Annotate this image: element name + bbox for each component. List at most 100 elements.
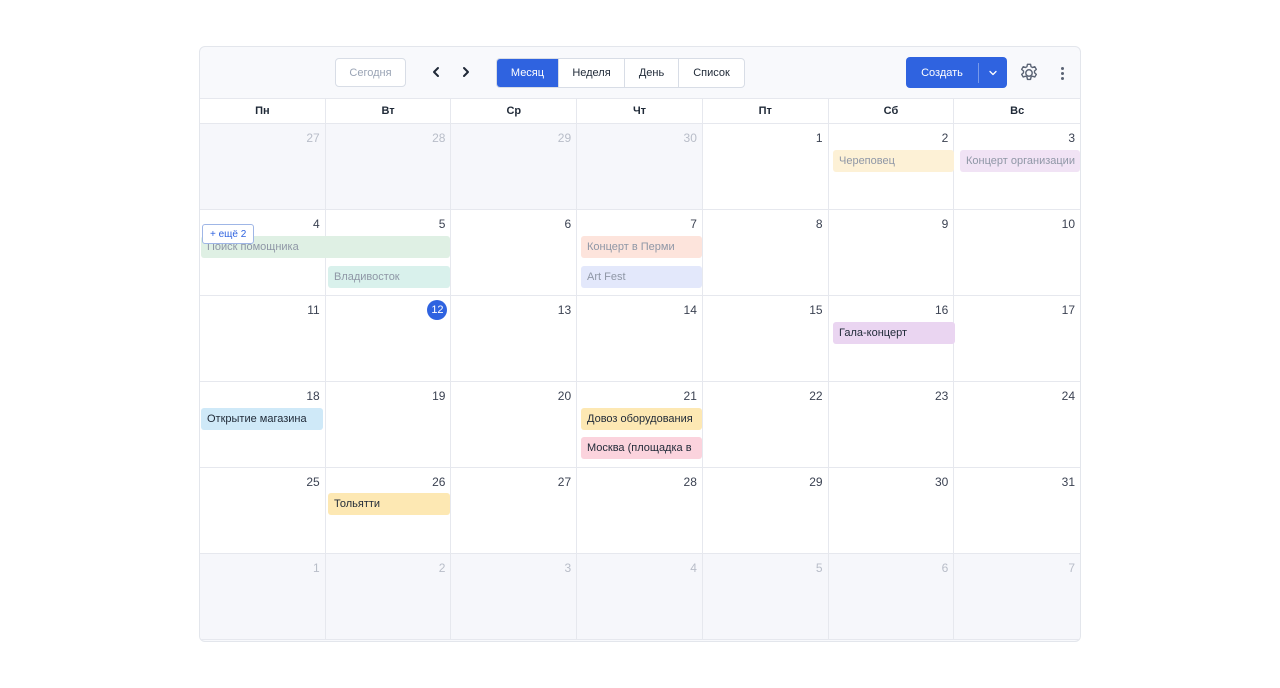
day-cell[interactable]: 14 [577, 296, 703, 381]
weekday-header: Пн Вт Ср Чт Пт Сб Вс [200, 99, 1080, 124]
day-number[interactable]: 14 [684, 303, 697, 317]
day-cell[interactable]: 25 [200, 468, 326, 553]
day-number[interactable]: 28 [684, 475, 697, 489]
day-number[interactable]: 26 [432, 475, 445, 489]
day-cell[interactable]: 1 [200, 554, 326, 639]
day-number[interactable]: 19 [432, 389, 445, 403]
day-number[interactable]: 7 [690, 217, 697, 231]
day-cell[interactable]: 24 [954, 382, 1080, 467]
event-chip[interactable]: Открытие магазина [201, 408, 323, 430]
day-number[interactable]: 8 [816, 217, 823, 231]
day-number[interactable]: 15 [809, 303, 822, 317]
day-number[interactable]: 5 [439, 217, 446, 231]
event-chip[interactable]: Концерт организации [960, 150, 1080, 172]
event-chip[interactable]: Москва (площадка в [581, 437, 702, 459]
day-cell[interactable]: 27 [200, 124, 326, 209]
day-cell[interactable]: 23 [828, 382, 955, 467]
day-cell[interactable]: 19 [325, 382, 452, 467]
day-cell[interactable]: 5 [702, 554, 829, 639]
event-chip[interactable]: Тольятти [328, 493, 450, 515]
event-chip[interactable]: Владивосток [328, 266, 450, 288]
weekday-sun: Вс [1010, 105, 1025, 117]
day-number[interactable]: 1 [313, 561, 320, 575]
day-number[interactable]: 31 [1062, 475, 1075, 489]
event-chip[interactable]: Череповец [833, 150, 954, 172]
day-number[interactable]: 6 [564, 217, 571, 231]
day-cell[interactable]: 13 [451, 296, 578, 381]
day-cell[interactable]: 2 [325, 554, 452, 639]
day-number[interactable]: 30 [935, 475, 948, 489]
day-number[interactable]: 1 [816, 131, 823, 145]
kebab-menu-icon[interactable] [1052, 62, 1072, 84]
day-number[interactable]: 25 [306, 475, 319, 489]
day-number[interactable]: 4 [690, 561, 697, 575]
day-cell[interactable]: 10 [954, 210, 1080, 295]
day-number[interactable]: 11 [307, 303, 319, 317]
day-cell[interactable]: 30 [828, 468, 955, 553]
day-number[interactable]: 22 [809, 389, 822, 403]
gear-icon[interactable] [1018, 62, 1040, 84]
day-number[interactable]: 24 [1062, 389, 1075, 403]
day-number[interactable]: 27 [306, 131, 319, 145]
day-number[interactable]: 3 [564, 561, 571, 575]
more-events-link[interactable]: + ещё 2 [202, 224, 255, 244]
day-cell[interactable]: 31 [954, 468, 1080, 553]
day-number[interactable]: 27 [558, 475, 571, 489]
day-number[interactable]: 9 [942, 217, 949, 231]
event-chip[interactable]: Довоз оборудования [581, 408, 702, 430]
day-number[interactable]: 2 [942, 131, 949, 145]
day-number[interactable]: 6 [942, 561, 949, 575]
day-cell[interactable]: 28 [577, 468, 703, 553]
day-cell[interactable]: 4 [577, 554, 703, 639]
day-cell[interactable]: 11 [200, 296, 326, 381]
create-button[interactable]: Создать [906, 67, 978, 79]
view-month-button[interactable]: Месяц [497, 59, 559, 87]
day-cell[interactable]: 15 [702, 296, 829, 381]
day-number[interactable]: 29 [558, 131, 571, 145]
day-cell[interactable]: 17 [954, 296, 1080, 381]
today-button[interactable]: Сегодня [335, 58, 406, 87]
day-cell[interactable]: 22 [702, 382, 829, 467]
day-number[interactable]: 4 [313, 217, 320, 231]
day-cell[interactable]: 29 [702, 468, 829, 553]
day-number[interactable]: 23 [935, 389, 948, 403]
day-cell[interactable]: 29 [451, 124, 578, 209]
day-cell[interactable]: 8 [702, 210, 829, 295]
day-number[interactable]: 16 [935, 303, 948, 317]
create-dropdown-button[interactable] [979, 57, 1007, 88]
day-number[interactable]: 18 [306, 389, 319, 403]
day-cell[interactable]: 20 [451, 382, 578, 467]
day-number[interactable]: 28 [432, 131, 445, 145]
next-month-button[interactable] [455, 61, 477, 83]
day-number[interactable]: 10 [1062, 217, 1075, 231]
today-day-number[interactable]: 12 [427, 300, 448, 320]
prev-month-button[interactable] [425, 61, 447, 83]
day-number[interactable]: 21 [684, 389, 697, 403]
day-number[interactable]: 17 [1062, 303, 1075, 317]
event-chip[interactable]: Art Fest [581, 266, 702, 288]
day-cell[interactable]: 27 [451, 468, 578, 553]
day-cell[interactable]: 6 [828, 554, 955, 639]
day-cell[interactable]: 7 [954, 554, 1080, 639]
weekday-fri: Пт [703, 99, 829, 123]
event-chip[interactable]: Гала-концерт [833, 322, 955, 344]
view-week-button[interactable]: Неделя [559, 59, 625, 87]
day-number[interactable]: 20 [558, 389, 571, 403]
day-cell[interactable]: 3 [451, 554, 578, 639]
day-number[interactable]: 3 [1068, 131, 1075, 145]
day-number[interactable]: 7 [1068, 561, 1075, 575]
day-number[interactable]: 30 [684, 131, 697, 145]
day-number[interactable]: 29 [809, 475, 822, 489]
day-number[interactable]: 5 [816, 561, 823, 575]
day-cell[interactable]: 12 [325, 296, 452, 381]
event-chip[interactable]: Концерт в Перми [581, 236, 702, 258]
view-day-button[interactable]: День [625, 59, 679, 87]
day-cell[interactable]: 30 [577, 124, 703, 209]
day-cell[interactable]: 1 [702, 124, 829, 209]
day-number[interactable]: 13 [558, 303, 571, 317]
day-cell[interactable]: 9 [828, 210, 955, 295]
day-number[interactable]: 2 [439, 561, 446, 575]
day-cell[interactable]: 6 [451, 210, 578, 295]
day-cell[interactable]: 28 [325, 124, 452, 209]
view-list-button[interactable]: Список [679, 59, 744, 87]
